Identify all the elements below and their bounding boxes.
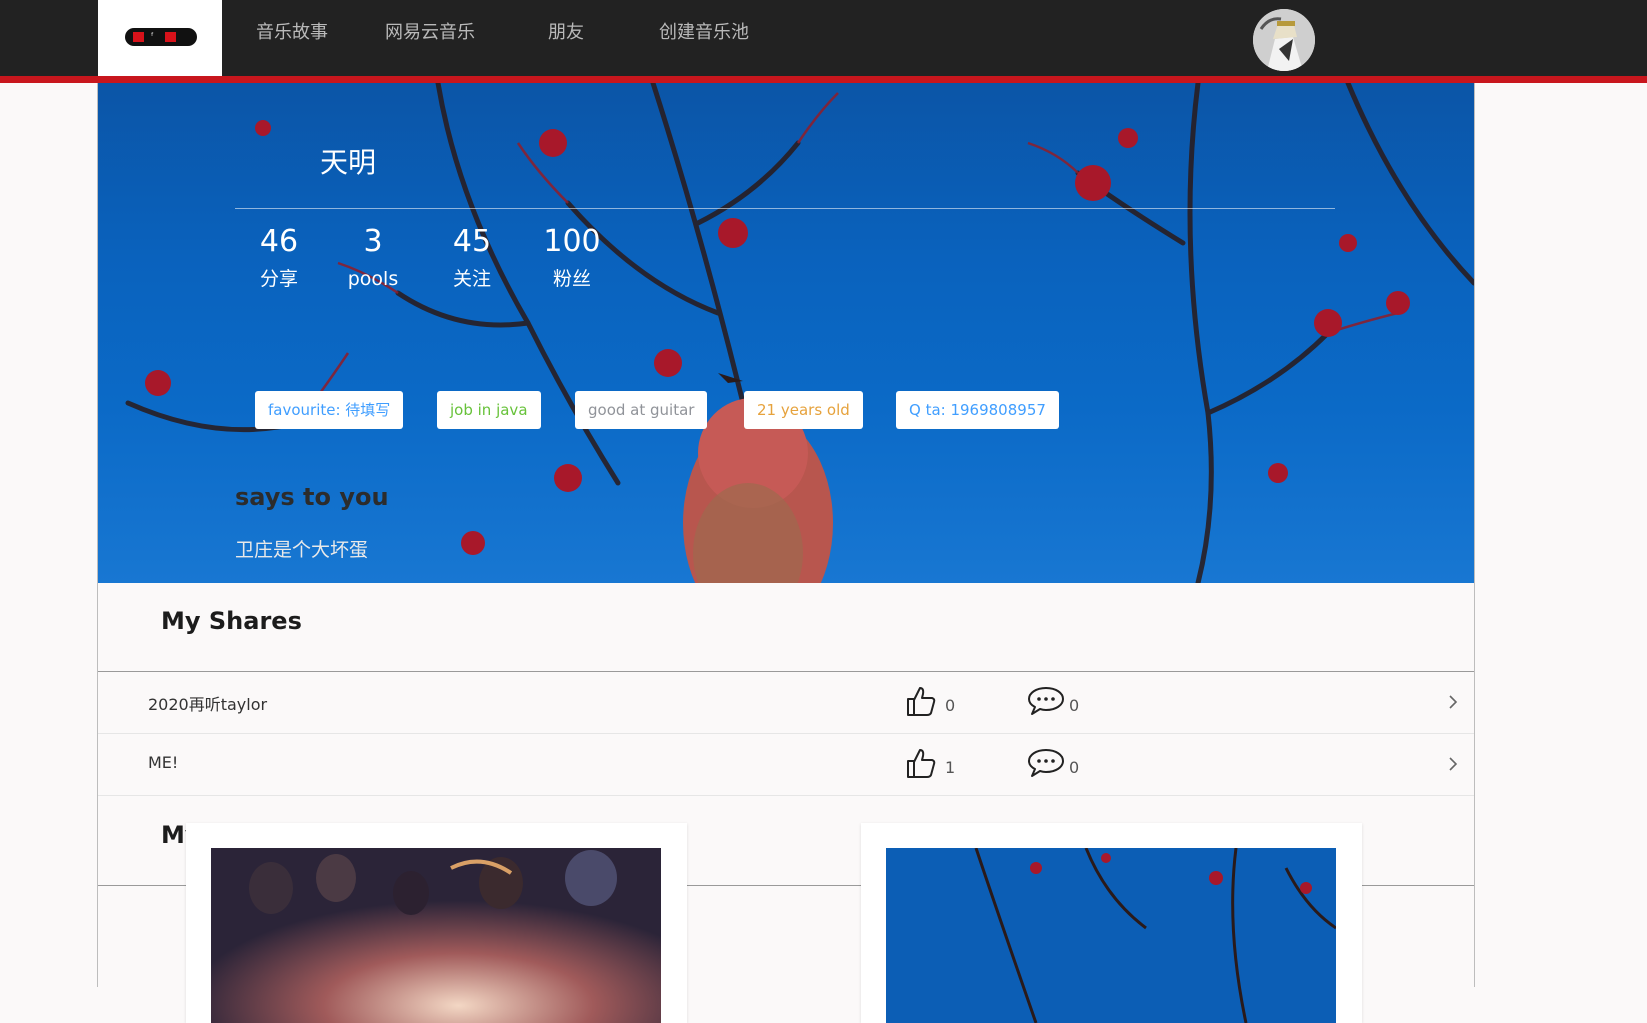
- profile-name: 天明: [320, 146, 377, 179]
- tag-qq: Q ta: 1969808957: [896, 391, 1059, 429]
- nav-item-netease-music[interactable]: 网易云音乐: [385, 21, 475, 45]
- stat-value: 46: [259, 224, 299, 259]
- top-navbar: ᶠ 音乐故事 网易云音乐 朋友 创建音乐池: [0, 0, 1647, 76]
- nav-item-friends[interactable]: 朋友: [548, 21, 584, 45]
- stat-label: 关注: [452, 268, 491, 290]
- tag-job: job in java: [437, 391, 541, 429]
- stat-followers[interactable]: 100 粉丝: [522, 223, 622, 292]
- nav-item-create-pool[interactable]: 创建音乐池: [659, 21, 749, 45]
- user-avatar[interactable]: [1253, 9, 1315, 71]
- row-divider: [98, 795, 1474, 796]
- banner-divider: [235, 208, 1335, 209]
- shares-section-title: My Shares: [161, 607, 302, 635]
- stat-label: 粉丝: [552, 268, 591, 290]
- tag-age: 21 years old: [744, 391, 863, 429]
- stat-value: 45: [452, 224, 492, 259]
- nav-item-music-stories[interactable]: 音乐故事: [256, 21, 328, 45]
- stat-label: 分享: [259, 268, 298, 290]
- says-heading: says to you: [235, 483, 389, 511]
- profile-banner: 天明 46 分享 3 pools 45 关注 100 粉丝 favourite:…: [98, 83, 1474, 583]
- share-title: ME!: [148, 753, 179, 772]
- stat-pools[interactable]: 3 pools: [323, 223, 423, 292]
- like-count: 0: [945, 696, 956, 715]
- says-message: 卫庄是个大坏蛋: [235, 539, 369, 561]
- tag-favourite: favourite: 待填写: [255, 391, 404, 429]
- share-row[interactable]: ME! 1 0: [98, 734, 1474, 795]
- share-title: 2020再听taylor: [148, 695, 268, 714]
- comment-bubble-icon[interactable]: [1027, 747, 1065, 779]
- like-count: 1: [945, 758, 956, 777]
- chevron-right-icon[interactable]: [1448, 694, 1458, 710]
- comment-count: 0: [1069, 696, 1080, 715]
- pool-card[interactable]: [186, 823, 687, 1023]
- thumbs-up-icon[interactable]: [905, 685, 937, 717]
- comment-bubble-icon[interactable]: [1027, 685, 1065, 717]
- tag-skill: good at guitar: [575, 391, 708, 429]
- logo-mark: ᶠ: [125, 28, 197, 46]
- pool-cover-image: [211, 848, 661, 1023]
- stat-value: 100: [543, 224, 601, 259]
- stat-following[interactable]: 45 关注: [422, 223, 522, 292]
- thumbs-up-icon[interactable]: [905, 747, 937, 779]
- stat-shares[interactable]: 46 分享: [229, 223, 329, 292]
- share-row[interactable]: 2020再听taylor 0 0: [98, 672, 1474, 733]
- pool-card[interactable]: [861, 823, 1362, 1023]
- chevron-right-icon[interactable]: [1448, 756, 1458, 772]
- stat-value: 3: [363, 224, 383, 259]
- pool-cover-image: [886, 848, 1336, 1023]
- comment-count: 0: [1069, 758, 1080, 777]
- stat-label: pools: [347, 268, 399, 290]
- nav-accent-line: [0, 76, 1647, 83]
- site-logo[interactable]: ᶠ: [98, 0, 222, 76]
